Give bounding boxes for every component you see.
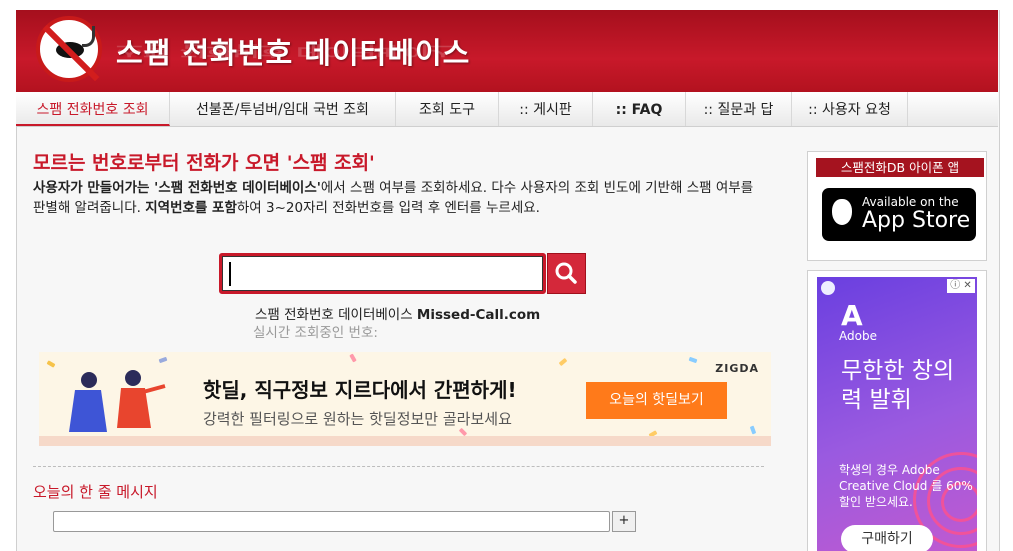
ad-banner[interactable]: ZIGDA 핫딜, 직구정보 지르다에서 간편하게! 강력한 필터링으로 원하는… bbox=[39, 352, 771, 446]
add-message-button[interactable]: + bbox=[612, 511, 636, 532]
tab-label: :: 질문과 답 bbox=[703, 102, 774, 118]
desc-part-3: 지역번호를 포함 bbox=[145, 200, 237, 216]
page-title: 모르는 번호로부터 전화가 오면 '스팸 조회' bbox=[33, 152, 375, 174]
side-ad-cta[interactable]: 구매하기 bbox=[841, 525, 933, 551]
desc-part-4: 하여 3~20자리 전화번호를 입력 후 엔터를 누르세요. bbox=[236, 200, 540, 216]
text-caret bbox=[229, 262, 231, 286]
tab-qna[interactable]: :: 질문과 답 bbox=[686, 92, 792, 126]
tab-label: 스팸 전화번호 조회 bbox=[36, 102, 149, 118]
tab-prepaid-lookup[interactable]: 선불폰/투넘버/임대 국번 조회 bbox=[170, 92, 396, 126]
tab-label: 조회 도구 bbox=[419, 102, 475, 118]
search-button[interactable] bbox=[547, 253, 586, 294]
desc-part-1: 사용자가 만들어가는 '스팸 전화번호 데이터베이스' bbox=[33, 180, 321, 196]
tab-lookup-tools[interactable]: 조회 도구 bbox=[396, 92, 499, 126]
people-illustration bbox=[69, 370, 166, 432]
appstore-small: Available on the bbox=[862, 195, 959, 209]
message-input[interactable] bbox=[53, 511, 610, 532]
ad-button[interactable]: 오늘의 핫딜보기 bbox=[586, 382, 727, 419]
ad-bottom-strip bbox=[39, 436, 771, 446]
side-ad[interactable]: ⓘ ✕ A Adobe 무한한 창의력 발휘 학생의 경우 Adobe Crea… bbox=[817, 277, 977, 551]
side-ad-body: 학생의 경우 Adobe Creative Cloud 를 60% 할인 받으세… bbox=[839, 463, 973, 509]
site-header: 스팸 전화번호 데이터베이스 스팸 전화번호 데이터베이스 bbox=[16, 10, 998, 92]
page-description: 사용자가 만들어가는 '스팸 전화번호 데이터베이스'에서 스팸 여부를 조회하… bbox=[33, 178, 768, 218]
section-divider bbox=[33, 466, 764, 467]
apple-icon bbox=[832, 199, 852, 225]
appstore-big: App Store bbox=[862, 208, 971, 233]
ad-subline: 강력한 필터링으로 원하는 핫딜정보만 골라보세요 bbox=[203, 410, 512, 428]
realtime-label: 실시간 조회중인 번호: bbox=[253, 325, 378, 341]
brand-domain[interactable]: Missed-Call.com bbox=[417, 307, 540, 323]
appstore-badge[interactable]: Available on the App Store bbox=[822, 188, 976, 241]
app-heading: 스팸전화DB 아이폰 앱 bbox=[816, 158, 984, 177]
ad-close-icon[interactable]: ⓘ ✕ bbox=[947, 279, 975, 293]
no-fishing-icon[interactable] bbox=[36, 16, 102, 82]
tab-label: 선불폰/투넘버/임대 국번 조회 bbox=[196, 102, 369, 118]
phone-search-input[interactable] bbox=[219, 253, 546, 294]
side-ad-headline: 무한한 창의력 발휘 bbox=[841, 358, 955, 413]
tab-spam-lookup[interactable]: 스팸 전화번호 조회 bbox=[16, 92, 170, 126]
tab-board[interactable]: :: 게시판 bbox=[499, 92, 593, 126]
adchoices-icon[interactable] bbox=[821, 281, 835, 295]
tab-label: :: 게시판 bbox=[519, 102, 572, 118]
adobe-logo-icon: A bbox=[841, 299, 863, 332]
brand-line: 스팸 전화번호 데이터베이스 Missed-Call.com bbox=[255, 303, 540, 323]
message-heading: 오늘의 한 줄 메시지 bbox=[33, 483, 158, 501]
tab-user-request[interactable]: :: 사용자 요청 bbox=[792, 92, 908, 126]
tab-faq[interactable]: :: FAQ bbox=[593, 92, 686, 126]
site-title-reflection: 스팸 전화번호 데이터베이스 bbox=[116, 42, 457, 59]
main-nav: 스팸 전화번호 조회 선불폰/투넘버/임대 국번 조회 조회 도구 :: 게시판… bbox=[16, 92, 998, 127]
ad-headline: 핫딜, 직구정보 지르다에서 간편하게! bbox=[203, 378, 517, 402]
ad-brand: ZIGDA bbox=[715, 362, 759, 375]
tab-label: :: 사용자 요청 bbox=[808, 102, 891, 118]
tab-label: :: FAQ bbox=[615, 102, 663, 118]
search-icon bbox=[555, 262, 577, 284]
side-ad-brand: Adobe bbox=[839, 329, 877, 343]
